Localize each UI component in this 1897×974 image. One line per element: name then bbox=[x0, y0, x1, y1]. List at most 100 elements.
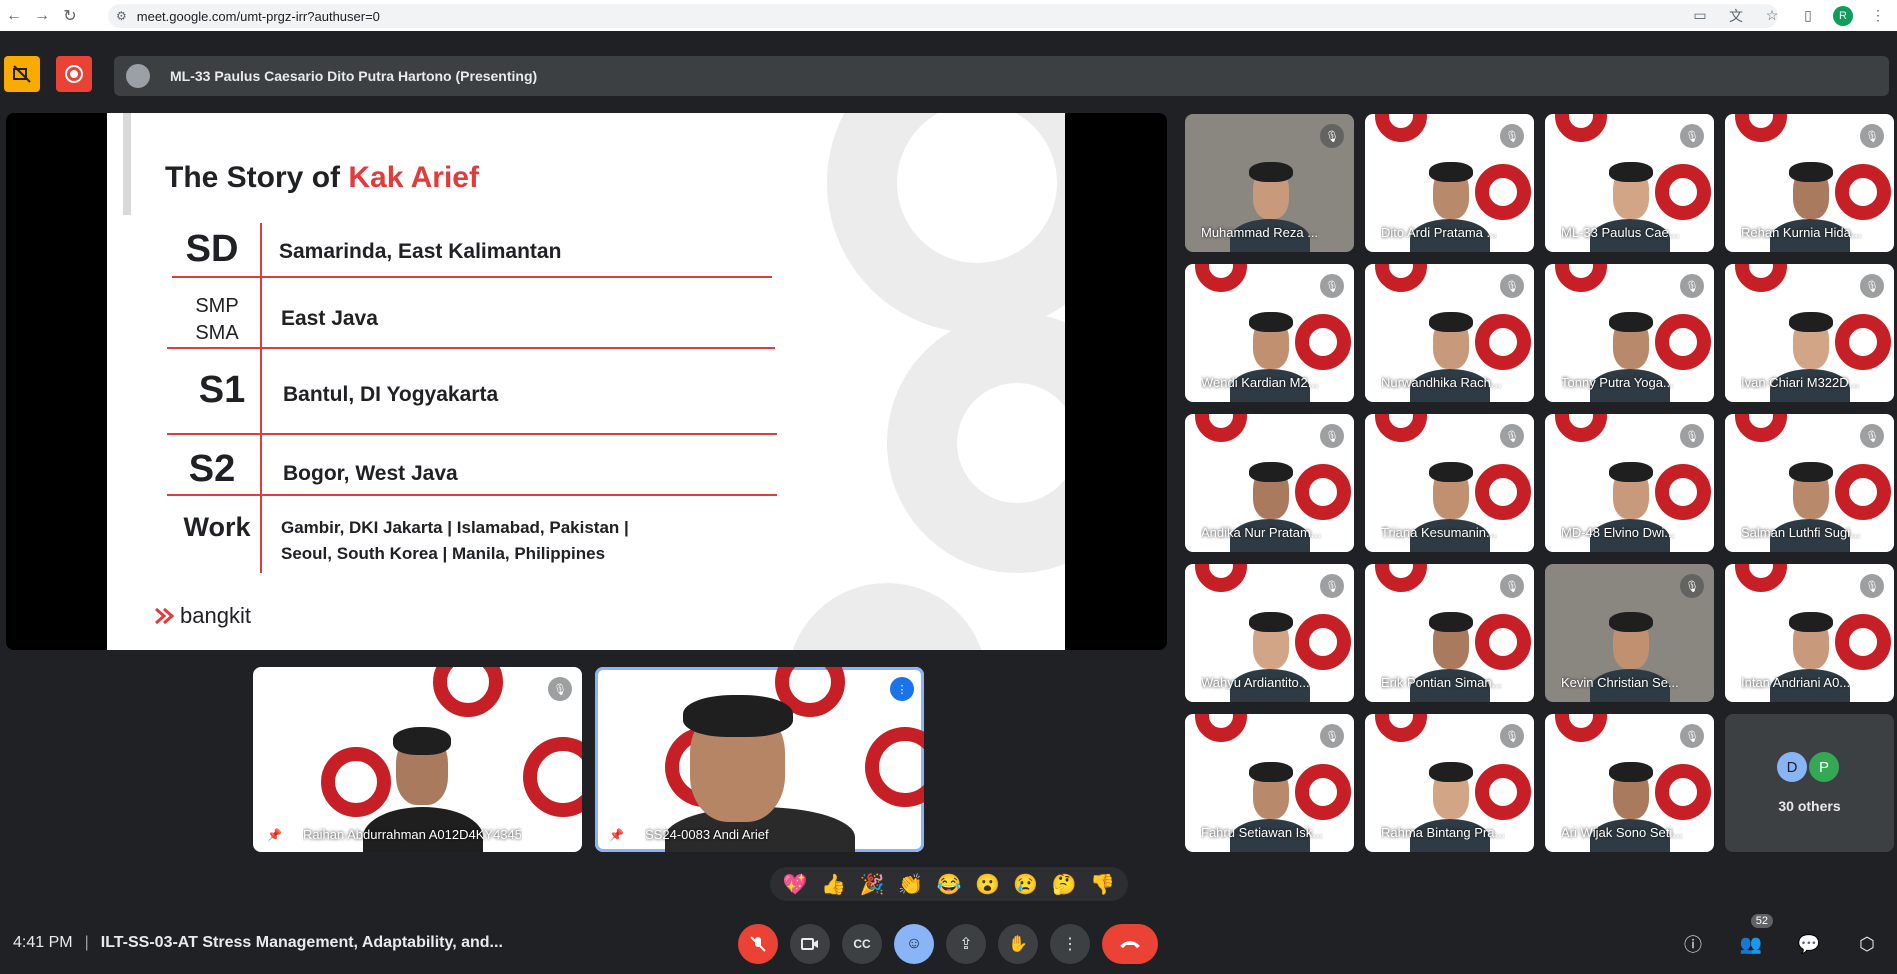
participant-hair bbox=[1429, 312, 1473, 332]
activities-icon[interactable]: ⬡ bbox=[1849, 924, 1885, 964]
others-tile[interactable]: D P 30 others bbox=[1725, 714, 1894, 852]
microphone-muted-icon[interactable] bbox=[738, 924, 778, 964]
more-options-icon[interactable]: ⋮ bbox=[1050, 924, 1090, 964]
participant-hair bbox=[1789, 162, 1833, 182]
background-logo bbox=[1735, 414, 1787, 442]
background-logo bbox=[1555, 264, 1607, 292]
presenter-banner: ML-33 Paulus Caesario Dito Putra Hartono… bbox=[114, 56, 1889, 96]
participant-tile[interactable]: 🎙 Wendi Kardian M2... bbox=[1185, 264, 1354, 402]
participant-tile[interactable]: 🎙 Fahru Setiawan Isk... bbox=[1185, 714, 1354, 852]
bangkit-logo-icon bbox=[155, 607, 174, 625]
no-video-icon[interactable] bbox=[4, 56, 40, 92]
other-avatar: D bbox=[1777, 752, 1807, 782]
translate-icon[interactable]: 文 bbox=[1725, 5, 1747, 27]
background-logo bbox=[865, 727, 924, 807]
participant-hair bbox=[1609, 312, 1653, 332]
people-count-badge: 52 bbox=[1750, 914, 1773, 928]
pinned-tile[interactable]: 🎙 📌 Raihan Abdurrahman A012D4KY4345 bbox=[253, 667, 582, 852]
background-logo bbox=[1655, 764, 1711, 820]
bookmark-star-icon[interactable]: ☆ bbox=[1761, 5, 1783, 27]
camera-in-use-icon[interactable]: ▭ bbox=[1689, 5, 1711, 27]
participant-tile[interactable]: 🎙 Intan Andriani A0... bbox=[1725, 564, 1894, 702]
background-logo bbox=[1735, 114, 1787, 142]
back-icon[interactable]: ← bbox=[0, 2, 28, 30]
leave-call-button[interactable] bbox=[1102, 924, 1158, 964]
participant-tile[interactable]: 🎙 Rahma Bintang Pra... bbox=[1365, 714, 1534, 852]
reaction-emoji[interactable]: 🎉 bbox=[856, 868, 888, 900]
participant-hair bbox=[393, 727, 451, 755]
mic-muted-icon: 🎙 bbox=[1320, 124, 1344, 148]
participant-hair bbox=[1609, 612, 1653, 632]
participant-name: Salman Luthfi Sugi... bbox=[1741, 525, 1861, 540]
address-bar[interactable]: ⚙ meet.google.com/umt-prgz-irr?authuser=… bbox=[108, 4, 1778, 28]
reload-icon[interactable]: ↻ bbox=[56, 2, 84, 30]
background-logo bbox=[1195, 564, 1247, 592]
pinned-tile[interactable]: ⋮ 📌 SS24-0083 Andi Arief bbox=[595, 667, 924, 852]
participant-tile[interactable]: 🎙 Nurwandhika Rach... bbox=[1365, 264, 1534, 402]
participant-tile[interactable]: 🎙 Rehan Kurnia Hida... bbox=[1725, 114, 1894, 252]
row-label-s1: S1 bbox=[198, 369, 246, 411]
mic-muted-icon: 🎙 bbox=[1500, 724, 1524, 748]
site-settings-icon[interactable]: ⚙ bbox=[116, 9, 127, 23]
reaction-emoji[interactable]: 👍 bbox=[818, 868, 850, 900]
pin-icon[interactable]: 📌 bbox=[267, 828, 282, 842]
participant-name: Triana Kesumanin... bbox=[1381, 525, 1497, 540]
participant-tile[interactable]: 🎙 Erik Pontian Siman... bbox=[1365, 564, 1534, 702]
participant-tile[interactable]: 🎙 ML-33 Paulus Cae... bbox=[1545, 114, 1714, 252]
participant-tile[interactable]: 🎙 Andika Nur Pratam... bbox=[1185, 414, 1354, 552]
participant-name: Erik Pontian Siman... bbox=[1381, 675, 1503, 690]
side-panel-icon[interactable]: ▯ bbox=[1797, 5, 1819, 27]
participant-tile[interactable]: 🎙 Tonny Putra Yoga... bbox=[1545, 264, 1714, 402]
participant-tile[interactable]: 🎙 Ivan Chiari M322D... bbox=[1725, 264, 1894, 402]
reaction-emoji[interactable]: 😂 bbox=[933, 868, 965, 900]
reaction-emoji[interactable]: 👎 bbox=[1087, 868, 1119, 900]
participant-name: Kevin Christian Se... bbox=[1561, 675, 1679, 690]
participant-tile[interactable]: 🎙 Kevin Christian Se... bbox=[1545, 564, 1714, 702]
reaction-emoji[interactable]: 😢 bbox=[1010, 868, 1042, 900]
participant-name: Ari Wijak Sono Seti... bbox=[1561, 825, 1684, 840]
participant-tile[interactable]: 🎙 Ari Wijak Sono Seti... bbox=[1545, 714, 1714, 852]
slide-decoration bbox=[787, 583, 987, 650]
reactions-bar: 💖 👍 🎉 👏 😂 😮 😢 🤔 👎 bbox=[770, 867, 1128, 901]
info-separator: | bbox=[84, 934, 89, 951]
background-logo bbox=[523, 737, 582, 817]
participant-tile[interactable]: 🎙 Dito Ardi Pratama ... bbox=[1365, 114, 1534, 252]
raise-hand-icon[interactable]: ✋ bbox=[998, 924, 1038, 964]
meeting-details-icon[interactable]: ⓘ bbox=[1675, 924, 1711, 964]
reaction-emoji[interactable]: 😮 bbox=[971, 868, 1003, 900]
slide-decoration bbox=[827, 113, 1065, 333]
participant-tile[interactable]: 🎙 Triana Kesumanin... bbox=[1365, 414, 1534, 552]
background-logo bbox=[1375, 114, 1427, 142]
profile-avatar[interactable]: R bbox=[1833, 5, 1853, 26]
row-label-s2: S2 bbox=[188, 448, 236, 490]
recording-icon[interactable] bbox=[56, 56, 92, 92]
participant-tile[interactable]: 🎙 Muhammad Reza ... bbox=[1185, 114, 1354, 252]
background-logo bbox=[1195, 414, 1247, 442]
camera-icon[interactable] bbox=[790, 924, 830, 964]
emoji-reactions-icon[interactable]: ☺ bbox=[894, 924, 934, 964]
pin-icon[interactable]: 📌 bbox=[609, 828, 624, 842]
participant-tile[interactable]: 🎙 MD-48 Elvino Dwi... bbox=[1545, 414, 1714, 552]
reaction-emoji[interactable]: 👏 bbox=[895, 868, 927, 900]
participant-tile[interactable]: 🎙 Wahyu Ardiantito... bbox=[1185, 564, 1354, 702]
reaction-emoji[interactable]: 💖 bbox=[779, 868, 811, 900]
participant-tile[interactable]: 🎙 Salman Luthfi Sugi... bbox=[1725, 414, 1894, 552]
slide-title-highlight: Kak Arief bbox=[348, 161, 479, 194]
participant-hair bbox=[1249, 462, 1293, 482]
background-logo bbox=[1835, 464, 1891, 520]
chat-icon[interactable]: 💬 bbox=[1791, 924, 1827, 964]
background-logo bbox=[1735, 264, 1787, 292]
reaction-emoji[interactable]: 🤔 bbox=[1048, 868, 1080, 900]
participant-hair bbox=[1249, 162, 1293, 182]
forward-icon[interactable]: → bbox=[28, 2, 56, 30]
browser-menu-icon[interactable]: ⋮ bbox=[1867, 5, 1889, 27]
slide-title-prefix: The Story of bbox=[165, 161, 349, 194]
url-text: meet.google.com/umt-prgz-irr?authuser=0 bbox=[136, 8, 380, 24]
table-divider bbox=[167, 347, 775, 349]
captions-icon[interactable]: CC bbox=[842, 924, 882, 964]
row-value-sd: Samarinda, East Kalimantan bbox=[279, 240, 562, 263]
background-logo bbox=[1555, 114, 1607, 142]
people-icon[interactable]: 👥 52 bbox=[1733, 914, 1773, 964]
present-screen-icon[interactable]: ⇪ bbox=[946, 924, 986, 964]
background-logo bbox=[1475, 464, 1531, 520]
